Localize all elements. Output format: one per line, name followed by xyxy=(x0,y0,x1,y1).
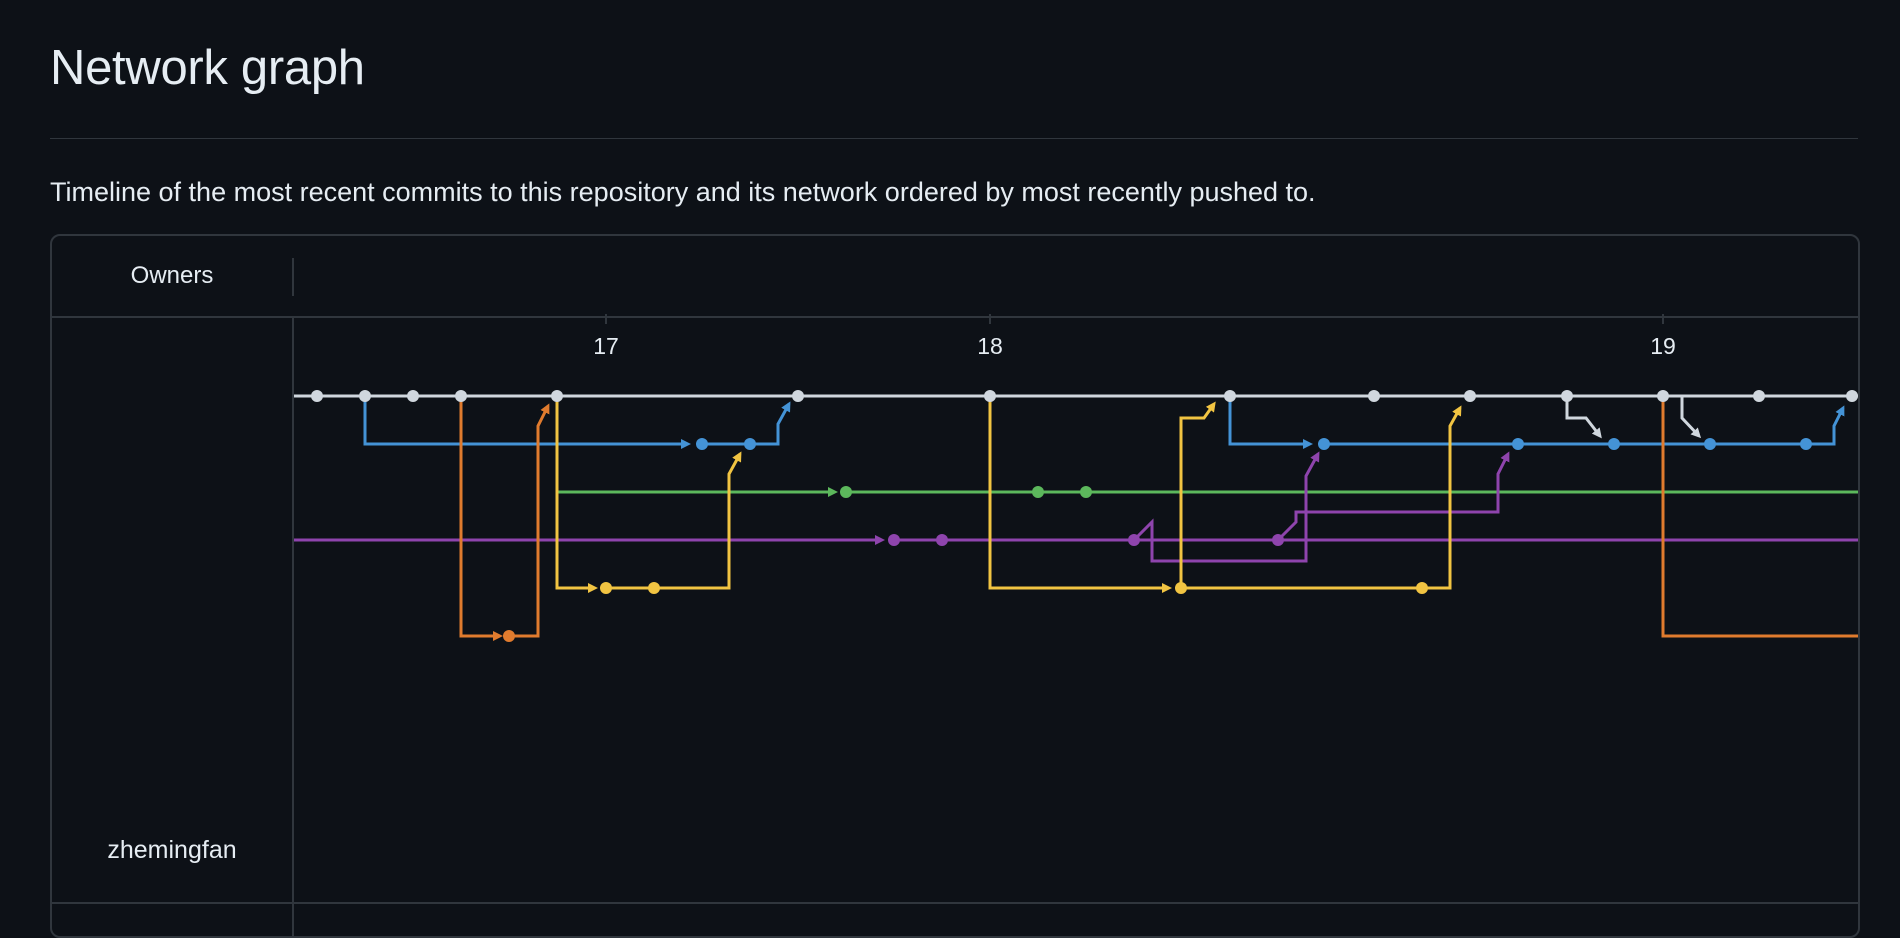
commit-dot xyxy=(1224,390,1236,402)
commit-dot xyxy=(551,390,563,402)
branch-purple-edge xyxy=(1132,451,1320,563)
commit-dot xyxy=(407,390,419,402)
commit-dot xyxy=(1608,438,1620,450)
branch-blue-edge xyxy=(1228,396,1313,449)
commit-dot xyxy=(1846,390,1858,402)
date-tick-label: 17 xyxy=(593,333,619,359)
commit-dot xyxy=(696,438,708,450)
commits-orange[interactable] xyxy=(503,630,515,642)
network-graph-canvas[interactable]: 17 18 19 xyxy=(52,236,1858,936)
date-axis: 17 18 19 xyxy=(593,314,1676,359)
branch-blue xyxy=(363,396,1845,449)
merge-edge xyxy=(1663,394,1702,439)
network-graph-panel: Owners zhemingfan 17 18 19 xyxy=(50,234,1860,938)
commit-dot xyxy=(1416,582,1428,594)
commit-dot xyxy=(1657,390,1669,402)
branch-orange-edge xyxy=(1661,396,1858,638)
commit-dot xyxy=(744,438,756,450)
branch-orange-edge xyxy=(459,396,503,641)
commit-dot xyxy=(1464,390,1476,402)
commit-dot xyxy=(840,486,852,498)
commit-dot xyxy=(888,534,900,546)
commit-dot xyxy=(1128,534,1140,546)
commit-dot xyxy=(936,534,948,546)
commit-dot xyxy=(600,582,612,594)
page-title: Network graph xyxy=(50,41,365,95)
commit-dot xyxy=(1318,438,1330,450)
commit-dot xyxy=(359,390,371,402)
branch-blue-edge xyxy=(750,401,791,446)
date-tick-label: 18 xyxy=(977,333,1003,359)
commit-dot xyxy=(1272,534,1284,546)
branch-blue-edge xyxy=(1816,405,1845,446)
commit-dot xyxy=(648,582,660,594)
commit-dot xyxy=(1704,438,1716,450)
branch-orange xyxy=(459,396,1858,641)
date-tick-label: 19 xyxy=(1650,333,1676,359)
branch-yellow-edge xyxy=(654,451,742,590)
commit-dot xyxy=(984,390,996,402)
branch-orange-edge xyxy=(509,403,550,638)
commit-dot xyxy=(1080,486,1092,498)
commit-dot xyxy=(311,390,323,402)
commit-dot xyxy=(1753,390,1765,402)
branch-purple xyxy=(294,451,1858,563)
branch-blue-edge xyxy=(363,396,691,449)
commit-dot xyxy=(1032,486,1044,498)
commit-dot xyxy=(792,390,804,402)
commit-dot xyxy=(1800,438,1812,450)
commit-dot xyxy=(1512,438,1524,450)
merge-edge xyxy=(1565,396,1602,439)
commit-dot xyxy=(1175,582,1187,594)
commit-dot xyxy=(1561,390,1573,402)
commit-dot xyxy=(503,630,515,642)
page-description: Timeline of the most recent commits to t… xyxy=(50,177,1316,207)
commit-dot xyxy=(455,390,467,402)
main-to-blue-merges xyxy=(1565,394,1702,439)
commit-dot xyxy=(1368,390,1380,402)
title-divider xyxy=(50,138,1858,139)
